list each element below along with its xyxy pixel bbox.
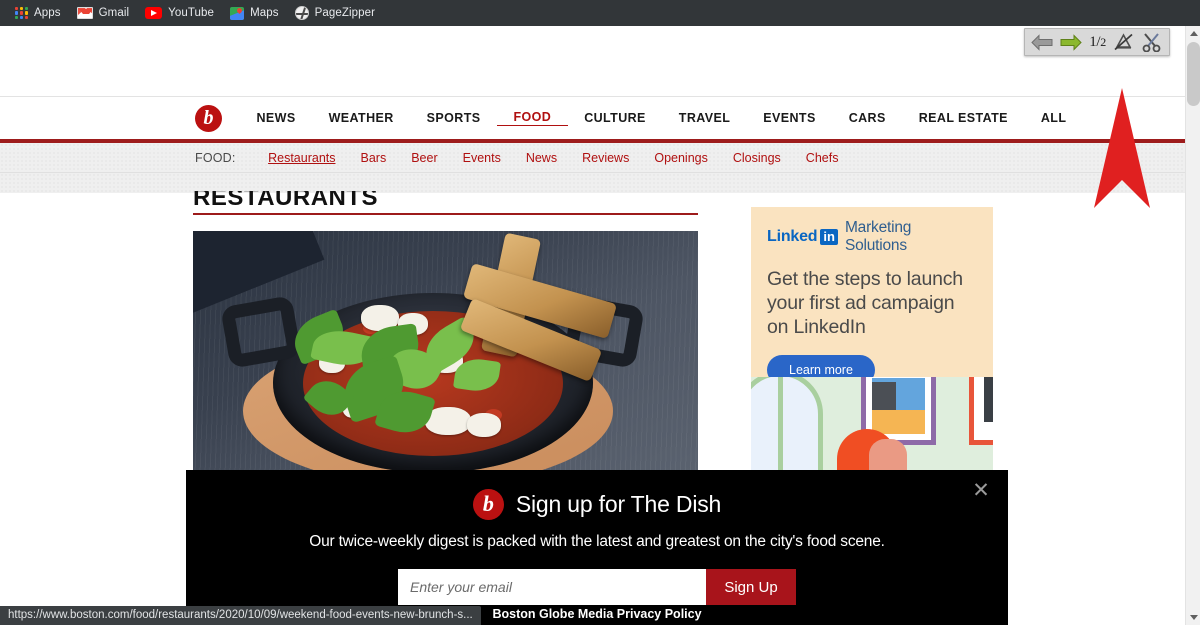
site-main-nav: b NEWS WEATHER SPORTS FOOD CULTURE TRAVE… xyxy=(0,97,1185,139)
nav-item-culture[interactable]: CULTURE xyxy=(568,111,663,125)
bookmark-label: PageZipper xyxy=(314,7,376,19)
page-total: 2 xyxy=(1100,34,1106,49)
signup-title-row: b Sign up for The Dish xyxy=(186,489,1008,520)
signup-subtitle: Our twice-weekly digest is packed with t… xyxy=(309,533,885,550)
subnav-link-list: Restaurants Bars Beer Events News Review… xyxy=(256,151,851,165)
section-header: RESTAURANTS xyxy=(193,191,698,215)
bookmark-label: Gmail xyxy=(98,7,130,19)
subnav-category-label: FOOD: xyxy=(195,150,236,165)
linkedin-in-badge-icon: in xyxy=(820,229,838,245)
nav-item-cars[interactable]: CARS xyxy=(832,111,902,125)
pagezipper-widget[interactable]: 1/2 xyxy=(1024,28,1170,56)
signup-modal: ✕ b Sign up for The Dish Our twice-weekl… xyxy=(186,470,1008,625)
no-autoload-icon[interactable] xyxy=(1113,32,1134,52)
boston-logo[interactable]: b xyxy=(195,104,222,132)
bookmark-pagezipper[interactable]: PageZipper xyxy=(290,0,386,26)
left-arrow-icon[interactable] xyxy=(1031,33,1053,51)
pagezipper-icon xyxy=(294,6,309,20)
subnav-item-news[interactable]: News xyxy=(513,151,569,165)
subnav-item-closings[interactable]: Closings xyxy=(720,151,793,165)
linkedin-product-name: Marketing Solutions xyxy=(844,219,912,254)
ad-linkedin-marketing[interactable]: Linked in Marketing Solutions Get the st… xyxy=(751,207,993,385)
red-up-arrow-icon xyxy=(1092,88,1152,210)
apps-grid-icon xyxy=(15,6,28,20)
email-input[interactable] xyxy=(398,569,706,605)
nav-item-food[interactable]: FOOD xyxy=(496,110,568,126)
signup-title: Sign up for The Dish xyxy=(515,491,722,517)
modal-logo-letter: b xyxy=(482,491,494,516)
bookmark-apps[interactable]: Apps xyxy=(10,0,72,26)
subnav-item-openings[interactable]: Openings xyxy=(642,151,721,165)
linkedin-wordmark: Linked xyxy=(767,228,818,245)
subnav-item-reviews[interactable]: Reviews xyxy=(570,151,642,165)
page-header-whitespace xyxy=(0,26,1185,97)
illustration-person-face xyxy=(869,439,907,471)
browser-bookmark-bar: Apps Gmail YouTube Maps PageZipper xyxy=(0,0,1200,26)
youtube-icon xyxy=(145,7,163,19)
nav-item-sports[interactable]: SPORTS xyxy=(410,111,497,125)
illustration-window xyxy=(751,377,823,471)
nav-item-weather[interactable]: WEATHER xyxy=(312,111,410,125)
sign-up-button[interactable]: Sign Up xyxy=(706,569,796,605)
site-sub-nav: FOOD: Restaurants Bars Beer Events News … xyxy=(0,143,1185,173)
illustration-picture-frame xyxy=(969,377,993,445)
nav-item-travel[interactable]: TRAVEL xyxy=(662,111,746,125)
browser-status-bar-url: https://www.boston.com/food/restaurants/… xyxy=(0,606,481,625)
privacy-policy-link[interactable]: Boston Globe Media Privacy Policy xyxy=(492,607,701,621)
gmail-icon xyxy=(76,7,93,19)
screen: Apps Gmail YouTube Maps PageZipper 1/2 b… xyxy=(0,0,1200,625)
bookmark-maps[interactable]: Maps xyxy=(225,0,290,26)
signup-form: Sign Up xyxy=(186,569,1008,605)
nav-item-news[interactable]: NEWS xyxy=(240,111,312,125)
subnav-item-bars[interactable]: Bars xyxy=(348,151,399,165)
modal-boston-logo: b xyxy=(472,489,504,520)
subnav-item-events[interactable]: Events xyxy=(450,151,513,165)
nav-item-real-estate[interactable]: REAL ESTATE xyxy=(902,111,1024,125)
page-title: RESTAURANTS xyxy=(193,191,379,205)
illustration-artwork xyxy=(872,378,925,434)
page-viewport: 1/2 b NEWS WEATHER SPORTS FOOD CULTURE T… xyxy=(0,26,1185,625)
close-icon[interactable]: ✕ xyxy=(968,478,994,504)
scroll-down-arrow-icon[interactable] xyxy=(1186,610,1200,625)
nav-item-events[interactable]: EVENTS xyxy=(747,111,832,125)
linkedin-brand-lockup: Linked in Marketing Solutions xyxy=(767,219,977,255)
page-scrollbar[interactable] xyxy=(1185,26,1200,625)
maps-icon xyxy=(230,6,245,20)
ad-headline: Get the steps to launch your first ad ca… xyxy=(767,268,963,338)
bookmark-gmail[interactable]: Gmail xyxy=(72,0,141,26)
article-hero-image[interactable] xyxy=(193,231,698,471)
subnav-item-restaurants[interactable]: Restaurants xyxy=(256,151,348,165)
bookmark-label: YouTube xyxy=(168,7,215,19)
section-divider-rule xyxy=(193,213,698,215)
nav-link-list: NEWS WEATHER SPORTS FOOD CULTURE TRAVEL … xyxy=(240,110,1083,126)
subnav-item-chefs[interactable]: Chefs xyxy=(793,151,851,165)
ad-illustration[interactable] xyxy=(751,377,993,471)
feta-crumble xyxy=(467,413,501,437)
bookmark-label: Maps xyxy=(250,7,279,19)
pagezipper-page-counter: 1/2 xyxy=(1089,34,1106,51)
right-arrow-icon[interactable] xyxy=(1060,33,1082,51)
pan-handle-left xyxy=(220,295,302,369)
bookmark-youtube[interactable]: YouTube xyxy=(140,0,225,26)
scroll-up-arrow-icon[interactable] xyxy=(1186,26,1200,41)
boston-logo-letter: b xyxy=(203,106,214,129)
scissors-icon[interactable] xyxy=(1141,32,1162,53)
content-top-texture xyxy=(0,173,1185,193)
nav-item-all[interactable]: ALL xyxy=(1024,111,1083,125)
subnav-item-beer[interactable]: Beer xyxy=(399,151,450,165)
bookmark-label: Apps xyxy=(34,7,61,19)
scrollbar-thumb[interactable] xyxy=(1187,42,1200,106)
